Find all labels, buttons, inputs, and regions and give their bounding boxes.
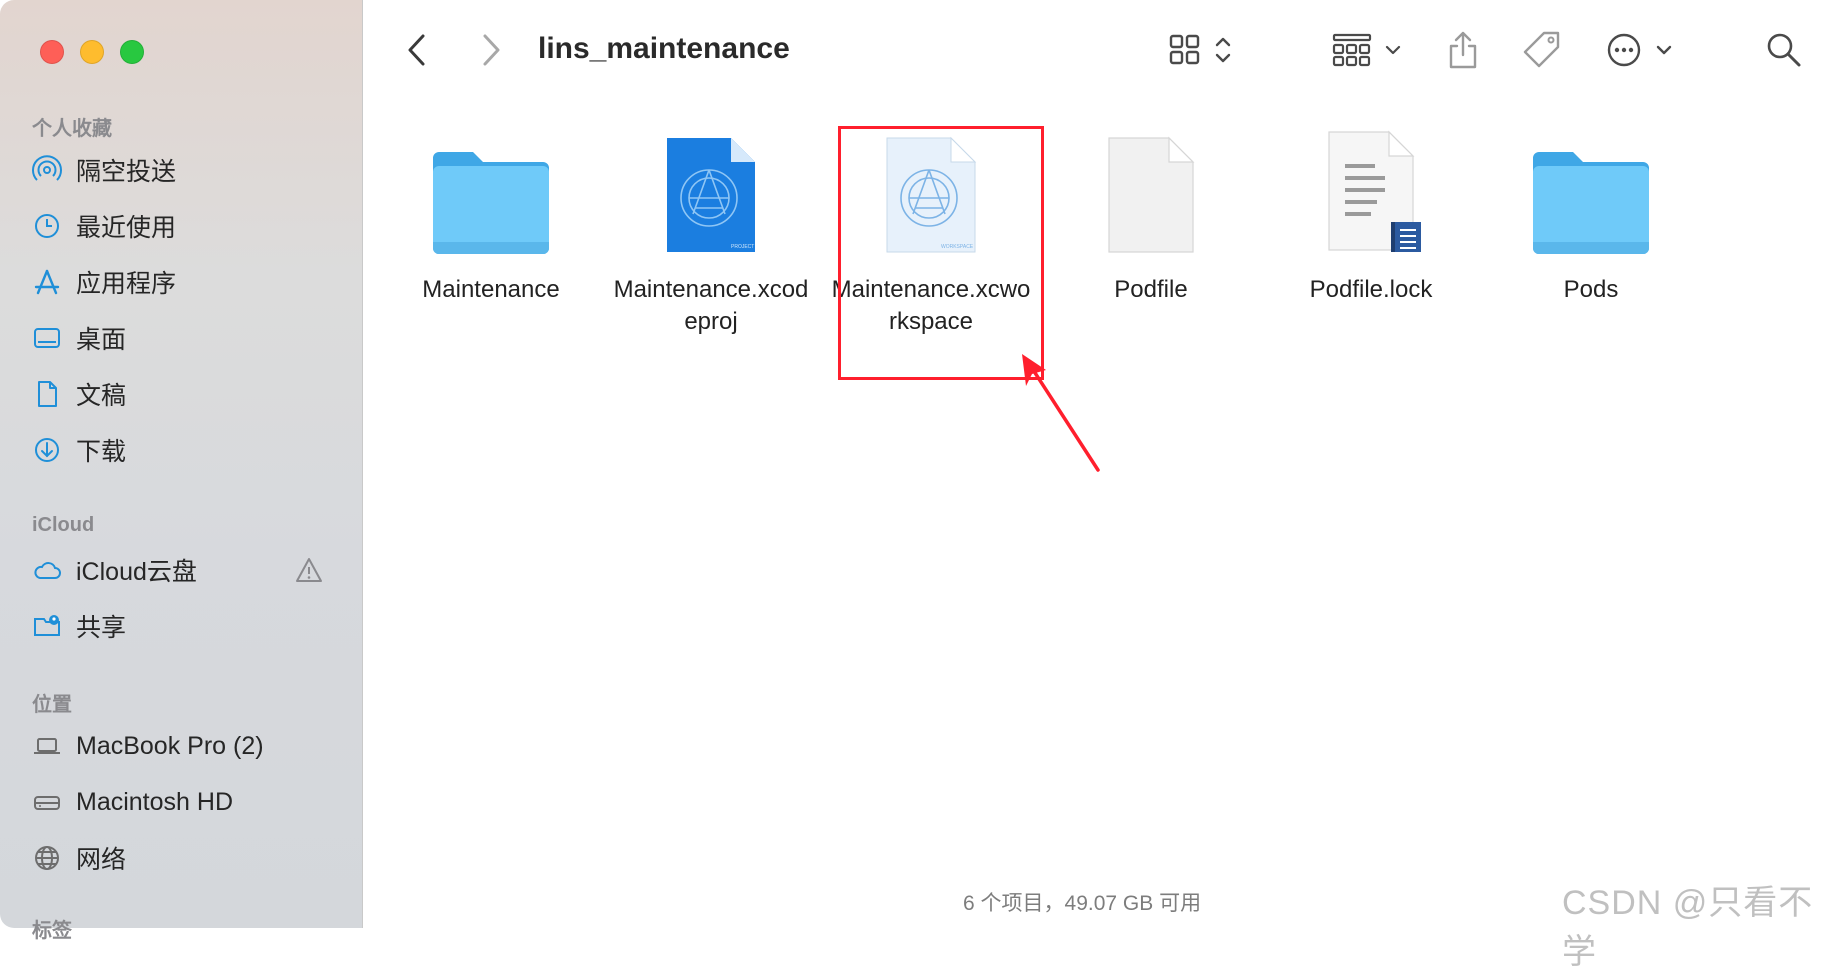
sidebar-item-label: 下载: [76, 438, 127, 466]
file-item-podfile[interactable]: Podfile: [1051, 130, 1251, 306]
cloud-icon: [30, 553, 64, 587]
window-title: lins_maintenance: [538, 32, 790, 65]
tags-section-title: 标签: [32, 920, 72, 942]
highlight-box: [838, 126, 1044, 380]
sidebar-item-label: 最近使用: [76, 214, 177, 242]
locations-section-title: 位置: [32, 694, 72, 716]
sidebar-item-airdrop[interactable]: 隔空投送: [30, 148, 330, 192]
sidebar-item-label: 文稿: [76, 382, 127, 410]
file-name: Pods: [1563, 276, 1619, 303]
blank-document-icon: [1051, 130, 1251, 256]
view-mode-button[interactable]: [1168, 30, 1238, 70]
zoom-button[interactable]: [120, 40, 144, 64]
close-button[interactable]: [40, 40, 64, 64]
file-name: Podfile: [1114, 276, 1188, 303]
sidebar-item-macintosh-hd[interactable]: Macintosh HD: [30, 780, 330, 824]
sidebar-item-desktop[interactable]: 桌面: [30, 316, 330, 360]
sidebar-item-macbook[interactable]: MacBook Pro (2): [30, 724, 330, 768]
sidebar-item-network[interactable]: 网络: [30, 836, 330, 880]
file-item-folder[interactable]: Maintenance: [391, 130, 591, 306]
file-name: Maintenance.xcodeproj: [613, 276, 809, 335]
back-button[interactable]: [400, 30, 434, 70]
file-name: Maintenance: [422, 276, 560, 303]
document-icon: [30, 377, 64, 411]
sidebar: 个人收藏 隔空投送 最近使用 应用程序 桌面 文稿 下载 iCloud iClo…: [0, 0, 363, 942]
sidebar-item-label: 隔空投送: [76, 158, 177, 186]
tag-icon: [1523, 31, 1560, 68]
share-button[interactable]: [1446, 30, 1480, 70]
folder-icon: [1491, 130, 1691, 256]
sidebar-item-label: MacBook Pro (2): [76, 731, 264, 760]
annotation-arrow: [1022, 354, 1100, 472]
group-icon: [1332, 33, 1401, 67]
xcode-project-icon: PROJECT: [611, 130, 811, 256]
shared-folder-icon: [30, 609, 64, 643]
folder-icon: [391, 130, 591, 256]
search-button[interactable]: [1764, 30, 1804, 70]
more-icon: [1607, 33, 1672, 67]
window-controls: [40, 40, 144, 64]
tag-button[interactable]: [1522, 30, 1562, 70]
text-document-icon: [1271, 130, 1471, 256]
sidebar-item-label: Macintosh HD: [76, 787, 233, 816]
sidebar-item-label: 网络: [76, 846, 127, 874]
file-name: Podfile.lock: [1309, 276, 1433, 303]
sidebar-item-icloud-drive[interactable]: iCloud云盘: [30, 548, 330, 592]
minimize-button[interactable]: [80, 40, 104, 64]
search-icon: [1767, 33, 1801, 67]
svg-text:PROJECT: PROJECT: [731, 244, 754, 250]
warning-icon[interactable]: [294, 555, 324, 585]
file-item-xcodeproj[interactable]: PROJECT Maintenance.xcodeproj: [611, 130, 811, 338]
sidebar-item-downloads[interactable]: 下载: [30, 428, 330, 472]
forward-icon: [483, 34, 500, 66]
desktop-icon: [30, 321, 64, 355]
airdrop-icon: [30, 153, 64, 187]
share-icon: [1449, 31, 1477, 69]
laptop-icon: [30, 729, 64, 763]
back-icon: [408, 34, 425, 66]
forward-button[interactable]: [474, 30, 508, 70]
file-item-pods[interactable]: Pods: [1491, 130, 1691, 306]
file-item-podfile-lock[interactable]: Podfile.lock: [1271, 130, 1471, 306]
grid-view-icon: [1169, 34, 1231, 65]
sidebar-item-documents[interactable]: 文稿: [30, 372, 330, 416]
download-icon: [30, 433, 64, 467]
sidebar-item-applications[interactable]: 应用程序: [30, 260, 330, 304]
sidebar-item-shared[interactable]: 共享: [30, 604, 330, 648]
sidebar-item-label: 桌面: [76, 326, 127, 354]
clock-icon: [30, 209, 64, 243]
icloud-section-title: iCloud: [32, 514, 95, 536]
sidebar-item-recents[interactable]: 最近使用: [30, 204, 330, 248]
sidebar-item-label: 共享: [76, 614, 127, 642]
finder-window: 个人收藏 隔空投送 最近使用 应用程序 桌面 文稿 下载 iCloud iClo…: [0, 0, 1840, 971]
group-button[interactable]: [1332, 30, 1404, 70]
more-actions-button[interactable]: [1606, 30, 1676, 70]
applications-icon: [30, 265, 64, 299]
favorites-section-title: 个人收藏: [32, 118, 112, 140]
sidebar-item-label: iCloud云盘: [76, 558, 197, 586]
sidebar-item-label: 应用程序: [76, 270, 177, 298]
globe-icon: [30, 841, 64, 875]
status-bar: 6 个项目，49.07 GB 可用: [963, 892, 1202, 915]
watermark: CSDN @只看不学: [1562, 884, 1814, 971]
disk-icon: [30, 785, 64, 819]
